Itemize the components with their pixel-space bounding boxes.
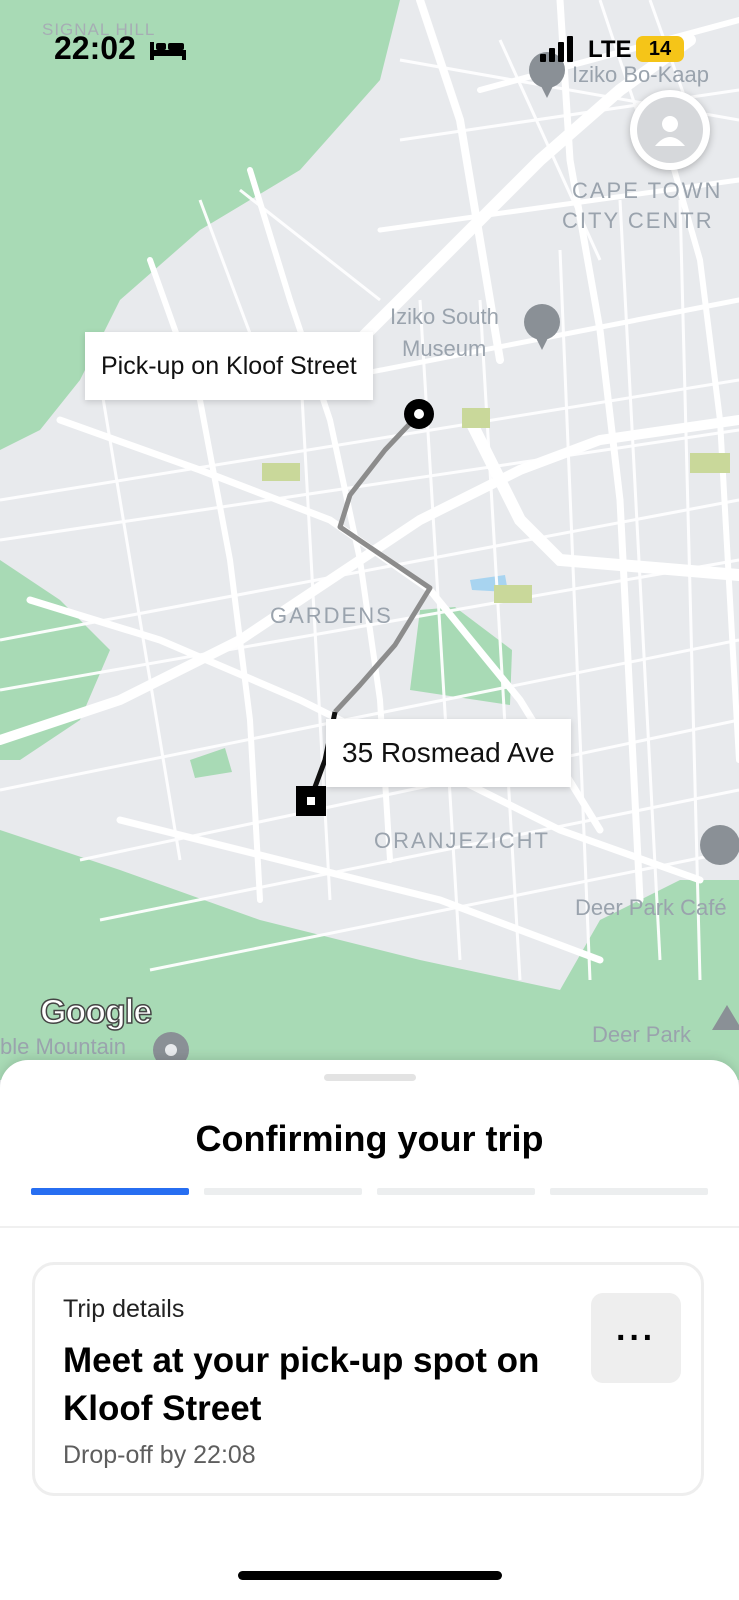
- map-label-city-centre: CITY CENTR: [562, 208, 714, 233]
- network-type: LTE: [588, 36, 632, 63]
- status-bar: 22:02 LTE 14: [0, 0, 739, 100]
- map-view[interactable]: SIGNAL HILL CAPE TOWN CITY CENTR GARDENS…: [0, 0, 739, 1080]
- poi-table-mountain: ble Mountain: [0, 1034, 126, 1059]
- pickup-callout[interactable]: Pick-up on Kloof Street: [85, 332, 373, 400]
- restaurant-poi-icon: [700, 825, 739, 865]
- poi-deer-park-cafe: Deer Park Café: [575, 895, 727, 920]
- trip-details-title: Meet at your pick-up spot on Kloof Stree…: [63, 1341, 540, 1428]
- progress-segment-2: [204, 1188, 362, 1195]
- progress-segment-3: [377, 1188, 535, 1195]
- progress-segment-1: [31, 1188, 189, 1195]
- poi-deer-park: Deer Park: [592, 1022, 692, 1047]
- sheet-handle[interactable]: [324, 1074, 416, 1081]
- poi-iziko-museum: Museum: [402, 336, 487, 361]
- map-label-gardens: GARDENS: [270, 603, 393, 628]
- person-icon: [655, 116, 685, 146]
- divider: [0, 1226, 739, 1228]
- sleep-focus-icon: [150, 42, 186, 60]
- profile-button[interactable]: [630, 90, 710, 170]
- home-indicator[interactable]: [238, 1571, 502, 1580]
- google-logo: Google: [39, 992, 153, 1032]
- dropoff-pin-icon: [296, 786, 326, 816]
- avatar: [637, 97, 703, 163]
- trip-details-label: Trip details: [63, 1295, 185, 1323]
- cellular-signal-icon: [540, 36, 573, 62]
- pickup-pin-icon: [404, 399, 434, 429]
- more-options-button[interactable]: ···: [591, 1293, 681, 1383]
- trip-details-card[interactable]: Trip details Meet at your pick-up spot o…: [32, 1262, 704, 1496]
- more-options-icon: ···: [616, 1318, 656, 1357]
- battery-indicator: 14: [636, 36, 684, 62]
- poi-iziko-south: Iziko South: [390, 304, 499, 329]
- map-label-oranjezicht: ORANJEZICHT: [374, 828, 550, 853]
- map-label-cape-town: CAPE TOWN: [572, 178, 723, 203]
- dropoff-time: Drop-off by 22:08: [63, 1441, 256, 1469]
- dropoff-callout[interactable]: 35 Rosmead Ave: [326, 719, 571, 787]
- sheet-title: Confirming your trip: [195, 1118, 544, 1159]
- progress-segment-4: [550, 1188, 708, 1195]
- status-time: 22:02: [54, 30, 136, 66]
- bottom-sheet: Confirming your trip Trip details Meet a…: [0, 1060, 739, 1600]
